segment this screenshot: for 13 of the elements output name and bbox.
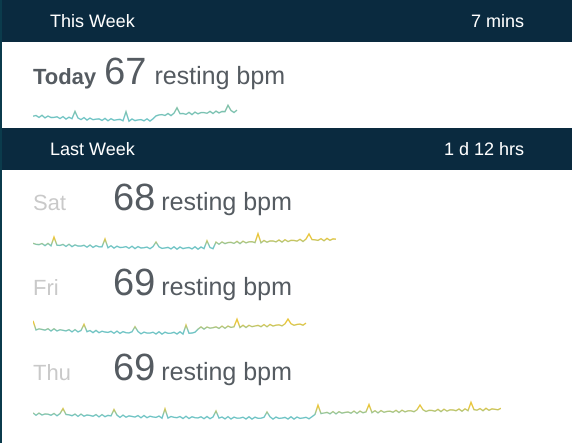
bpm-unit: resting bpm <box>161 274 292 302</box>
bpm-value: 69 <box>113 348 156 390</box>
bpm-value: 68 <box>113 178 156 220</box>
section-title: Last Week <box>50 138 135 160</box>
bpm-unit: resting bpm <box>161 359 292 386</box>
day-label: Today <box>33 65 96 90</box>
bpm-value: 67 <box>104 52 146 94</box>
bpm-unit: resting bpm <box>154 63 286 90</box>
section-title: This Week <box>50 10 135 32</box>
section-duration: 1 d 12 hrs <box>444 138 524 160</box>
section-duration: 7 mins <box>470 10 524 32</box>
bpm-value: 69 <box>113 263 156 305</box>
bpm-unit: resting bpm <box>161 189 292 216</box>
